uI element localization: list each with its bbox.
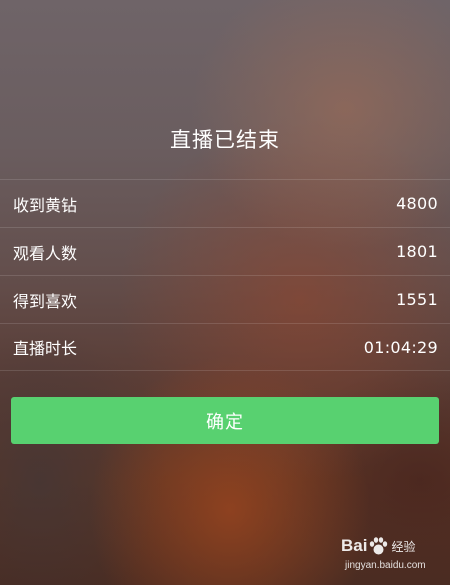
watermark-logo: Bai 经验 [341,533,436,559]
stat-label: 直播时长 [13,339,78,358]
live-ended-title: 直播已结束 [170,128,280,152]
baidu-jingyan-watermark: Bai 经验 jingyan.baidu.com [341,533,436,577]
stat-value: 01:04:29 [363,337,438,357]
confirm-button[interactable]: 确定 [11,397,439,444]
stat-value: 1551 [396,290,438,309]
watermark-brand-left: Bai [341,536,368,555]
stat-label: 得到喜欢 [13,291,78,311]
stat-value: 4800 [396,194,438,213]
stat-label: 收到黄钻 [13,195,78,215]
paw-icon [370,537,388,555]
watermark-brand-right: 经验 [391,539,416,554]
stat-value: 1801 [396,242,438,261]
stat-row-duration: 直播时长 01:04:29 [0,323,450,371]
stat-row-viewers: 观看人数 1801 [0,227,450,275]
watermark-url: jingyan.baidu.com [345,560,426,571]
stat-row-yellow-diamonds: 收到黄钻 4800 [0,179,450,227]
stat-row-likes: 得到喜欢 1551 [0,275,450,323]
stat-label: 观看人数 [13,243,78,263]
stats-list: 收到黄钻 4800 观看人数 1801 得到喜欢 1551 直播时长 01:04… [0,179,450,371]
